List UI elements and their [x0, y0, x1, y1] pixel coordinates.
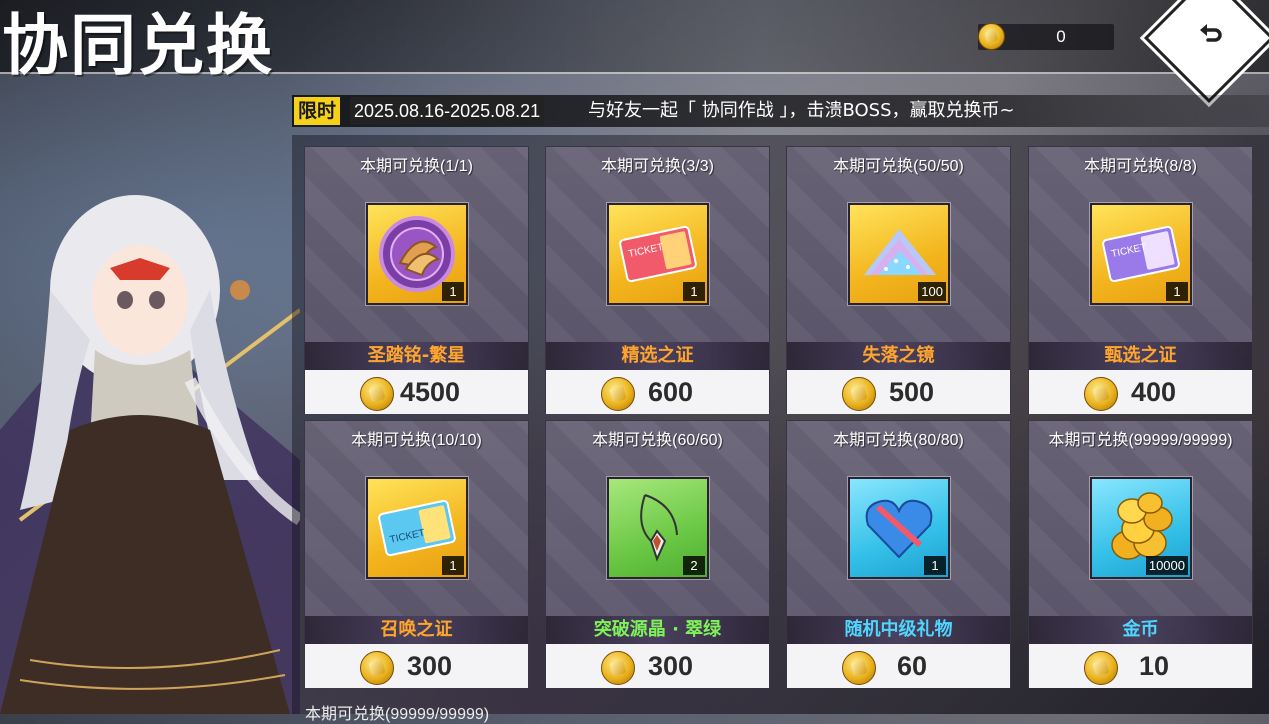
undo-arrow-icon[interactable]: [1196, 20, 1226, 50]
item-price: 600: [648, 377, 694, 407]
coin-icon: [601, 651, 635, 685]
currency-value: 0: [1056, 27, 1066, 46]
item-name: 甄选之证: [1104, 345, 1177, 366]
item-frame: 2: [607, 477, 709, 579]
coin-icon: [601, 377, 635, 411]
item-price: 4500: [400, 377, 461, 407]
item-quantity: 1: [442, 556, 464, 575]
exchange-limit: 本期可兑换(1/1): [360, 158, 473, 175]
coin-icon: [842, 377, 876, 411]
exchange-card[interactable]: 本期可兑换(60/60) 2 突破源晶 · 翠绿 300: [545, 420, 770, 688]
item-frame: 10000: [1090, 477, 1192, 579]
exchange-card[interactable]: 本期可兑换(80/80) 1 随机中级礼物 60: [786, 420, 1011, 688]
item-frame: TICKET 1: [1090, 203, 1192, 305]
item-name: 圣踏铭-繁星: [367, 345, 466, 366]
item-price: 500: [889, 377, 935, 407]
character-illustration: [0, 195, 300, 714]
page-title: 协同兑换: [2, 6, 274, 84]
item-frame: TICKET 1: [607, 203, 709, 305]
item-quantity: 1: [442, 282, 464, 301]
item-price: 60: [897, 651, 928, 681]
item-name: 精选之证: [621, 345, 694, 366]
item-price: 300: [407, 651, 453, 681]
item-price: 400: [1131, 377, 1177, 407]
item-name: 召唤之证: [380, 619, 453, 640]
exchange-limit: 本期可兑换(50/50): [833, 158, 964, 175]
exchange-card[interactable]: 本期可兑换(3/3) TICKET 1 精选之证 600: [545, 146, 770, 414]
item-frame: TICKET 1: [366, 477, 468, 579]
exchange-card[interactable]: 本期可兑换(50/50) 100 失落之镜 500: [786, 146, 1011, 414]
exchange-limit: 本期可兑换(80/80): [833, 432, 964, 449]
exchange-card[interactable]: 本期可兑换(99999/99999) 10000 金币 10: [1028, 420, 1253, 688]
exchange-card[interactable]: 本期可兑换(8/8) TICKET 1 甄选之证 400: [1028, 146, 1253, 414]
exchange-card[interactable]: 本期可兑换(1/1) 1 圣踏铭-繁星 4500: [304, 146, 529, 414]
event-description: 与好友一起「 协同作战 」，击溃BOSS，赢取兑换币~: [588, 100, 1015, 121]
limited-time-tag: 限时: [294, 97, 341, 125]
coin-icon: [360, 377, 394, 411]
exchange-limit: 本期可兑换(60/60): [592, 432, 723, 449]
item-quantity: 1: [924, 556, 946, 575]
item-name: 金币: [1122, 619, 1159, 640]
exchange-limit: 本期可兑换(8/8): [1084, 158, 1197, 175]
next-row-limit: 本期可兑换(99999/99999): [305, 706, 490, 723]
exchange-limit: 本期可兑换(99999/99999): [1048, 432, 1233, 449]
item-frame: 1: [366, 203, 468, 305]
coin-icon: [978, 23, 1005, 50]
item-quantity: 100: [918, 282, 946, 301]
item-quantity: 1: [683, 282, 705, 301]
exchange-limit: 本期可兑换(10/10): [351, 432, 482, 449]
coin-icon: [360, 651, 394, 685]
item-quantity: 1: [1166, 282, 1188, 301]
event-date-range: 2025.08.16-2025.08.21: [350, 97, 545, 125]
item-name: 随机中级礼物: [844, 619, 953, 640]
item-price: 300: [648, 651, 694, 681]
coin-icon: [1084, 377, 1118, 411]
exchange-limit: 本期可兑换(3/3): [601, 158, 714, 175]
item-frame: 100: [848, 203, 950, 305]
currency-display: 0: [978, 23, 1114, 50]
item-frame: 1: [848, 477, 950, 579]
item-name: 突破源晶 · 翠绿: [593, 619, 722, 640]
item-name: 失落之镜: [862, 345, 935, 366]
coin-icon: [842, 651, 876, 685]
coin-icon: [1084, 651, 1118, 685]
item-price: 10: [1139, 651, 1170, 681]
item-quantity: 2: [683, 556, 705, 575]
exchange-card[interactable]: 本期可兑换(10/10) TICKET 1 召唤之证 300: [304, 420, 529, 688]
item-quantity: 10000: [1145, 556, 1188, 575]
